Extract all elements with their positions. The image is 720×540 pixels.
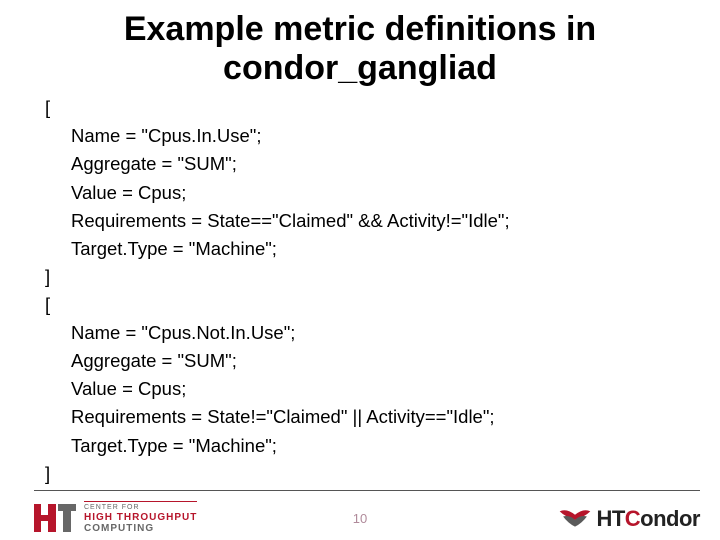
code-line: Name = "Cpus.Not.In.Use"; [71,319,675,347]
code-line: Requirements = State!="Claimed" || Activ… [71,403,675,431]
chtc-line2: HIGH THROUGHPUT [84,512,197,523]
footer: CENTER FOR HIGH THROUGHPUT COMPUTING HTC… [0,490,720,540]
chtc-line3: COMPUTING [84,523,197,534]
block-open: [ [45,94,675,122]
code-line: Target.Type = "Machine"; [71,235,675,263]
slide-body: [ Name = "Cpus.In.Use"; Aggregate = "SUM… [0,94,720,488]
htcondor-ondor: ondor [640,506,700,531]
slide-title: Example metric definitions in condor_gan… [0,0,720,94]
htcondor-ht: HT [596,506,624,531]
code-line: Value = Cpus; [71,179,675,207]
condor-bird-icon [558,504,592,534]
code-line: Aggregate = "SUM"; [71,150,675,178]
code-line: Requirements = State=="Claimed" && Activ… [71,207,675,235]
code-line: Value = Cpus; [71,375,675,403]
code-line: Aggregate = "SUM"; [71,347,675,375]
htcondor-text: HTCondor [596,506,700,532]
footer-divider [34,490,700,491]
code-line: Target.Type = "Machine"; [71,432,675,460]
code-line: Name = "Cpus.In.Use"; [71,122,675,150]
htcondor-c: C [625,506,640,531]
chtc-text: CENTER FOR HIGH THROUGHPUT COMPUTING [84,501,197,534]
ht-icon [34,504,76,532]
chtc-line1: CENTER FOR [84,504,197,512]
logo-htcondor: HTCondor [558,504,700,534]
block-close: ] [45,460,675,488]
block-close: ] [45,263,675,291]
logo-chtc: CENTER FOR HIGH THROUGHPUT COMPUTING [34,501,197,534]
block-open: [ [45,291,675,319]
